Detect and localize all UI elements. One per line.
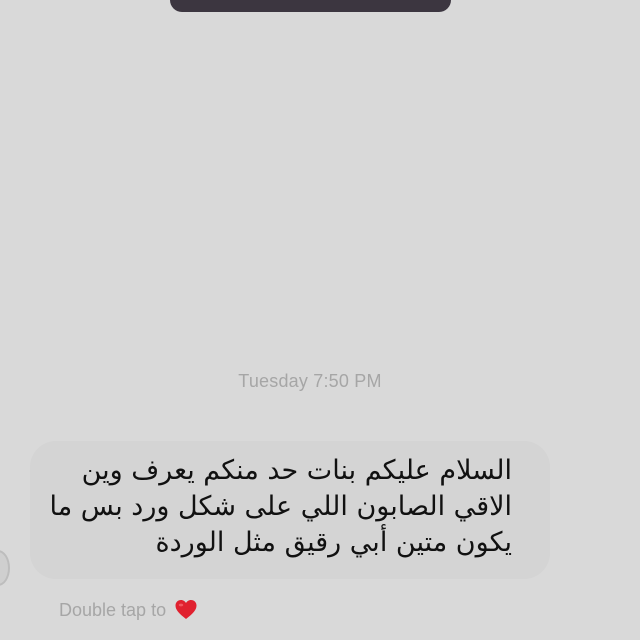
heart-icon: [174, 598, 198, 622]
message-text: السلام عليكم بنات حد منكم يعرف وين الاقي…: [42, 453, 512, 561]
message-timestamp: Tuesday 7:50 PM: [238, 371, 382, 391]
double-tap-label: Double tap to: [59, 599, 167, 620]
message-line: الاقي الصابون اللي على شكل ورد بس ما: [49, 491, 512, 522]
top-notch-bar: [170, 0, 451, 12]
avatar[interactable]: [0, 550, 10, 586]
message-line: يكون متين أبي رقيق مثل الوردة: [155, 527, 513, 558]
double-tap-hint: Double tap to: [59, 598, 198, 622]
message-line: السلام عليكم بنات حد منكم يعرف وين: [81, 455, 512, 486]
